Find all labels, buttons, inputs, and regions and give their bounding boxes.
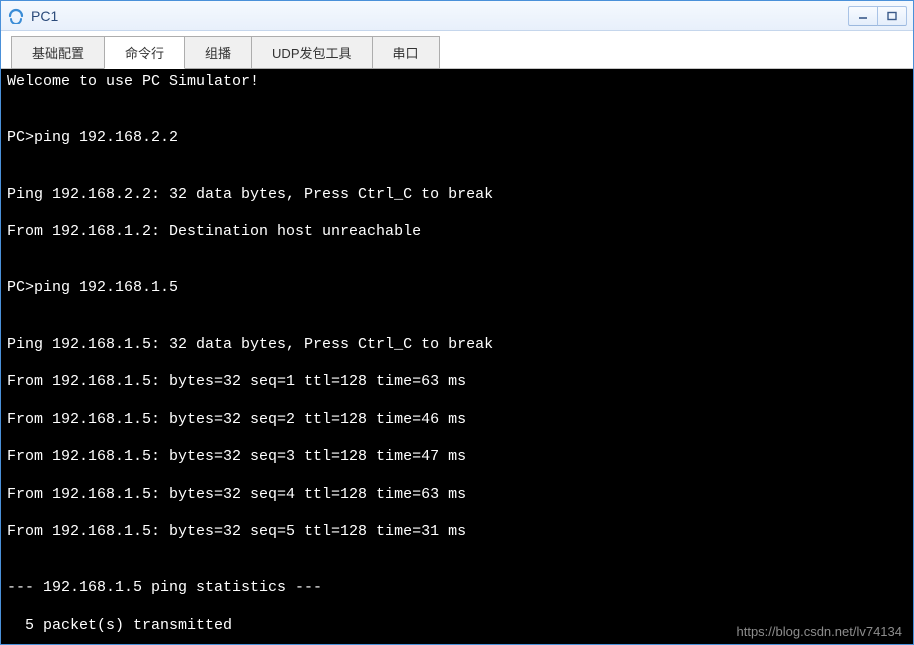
maximize-button[interactable] [877, 6, 907, 26]
tab-udp-tool[interactable]: UDP发包工具 [251, 36, 372, 69]
tab-multicast[interactable]: 组播 [184, 36, 252, 69]
window-title: PC1 [31, 8, 849, 24]
terminal-line: From 192.168.1.5: bytes=32 seq=2 ttl=128… [7, 411, 907, 430]
terminal-line: From 192.168.1.5: bytes=32 seq=4 ttl=128… [7, 486, 907, 505]
terminal-line: PC>ping 192.168.1.5 [7, 279, 907, 298]
terminal-line: From 192.168.1.5: bytes=32 seq=1 ttl=128… [7, 373, 907, 392]
tab-bar: 基础配置 命令行 组播 UDP发包工具 串口 [1, 31, 913, 69]
tab-basic-config[interactable]: 基础配置 [11, 36, 105, 69]
terminal-output[interactable]: Welcome to use PC Simulator! PC>ping 192… [1, 69, 913, 644]
app-icon [7, 7, 25, 25]
window-frame: PC1 基础配置 命令行 组播 UDP发包工具 串口 Welcome to us… [0, 0, 914, 645]
terminal-line: --- 192.168.1.5 ping statistics --- [7, 579, 907, 598]
minimize-button[interactable] [848, 6, 878, 26]
terminal-line: Welcome to use PC Simulator! [7, 73, 907, 92]
terminal-line: Ping 192.168.2.2: 32 data bytes, Press C… [7, 186, 907, 205]
terminal-line: PC>ping 192.168.2.2 [7, 129, 907, 148]
terminal-line: 5 packet(s) transmitted [7, 617, 907, 636]
terminal-line: From 192.168.1.5: bytes=32 seq=5 ttl=128… [7, 523, 907, 542]
titlebar[interactable]: PC1 [1, 1, 913, 31]
tab-command-line[interactable]: 命令行 [104, 36, 185, 69]
tab-serial[interactable]: 串口 [372, 36, 440, 69]
terminal-line: From 192.168.1.2: Destination host unrea… [7, 223, 907, 242]
window-controls [849, 6, 907, 26]
terminal-line: From 192.168.1.5: bytes=32 seq=3 ttl=128… [7, 448, 907, 467]
terminal-line: Ping 192.168.1.5: 32 data bytes, Press C… [7, 336, 907, 355]
